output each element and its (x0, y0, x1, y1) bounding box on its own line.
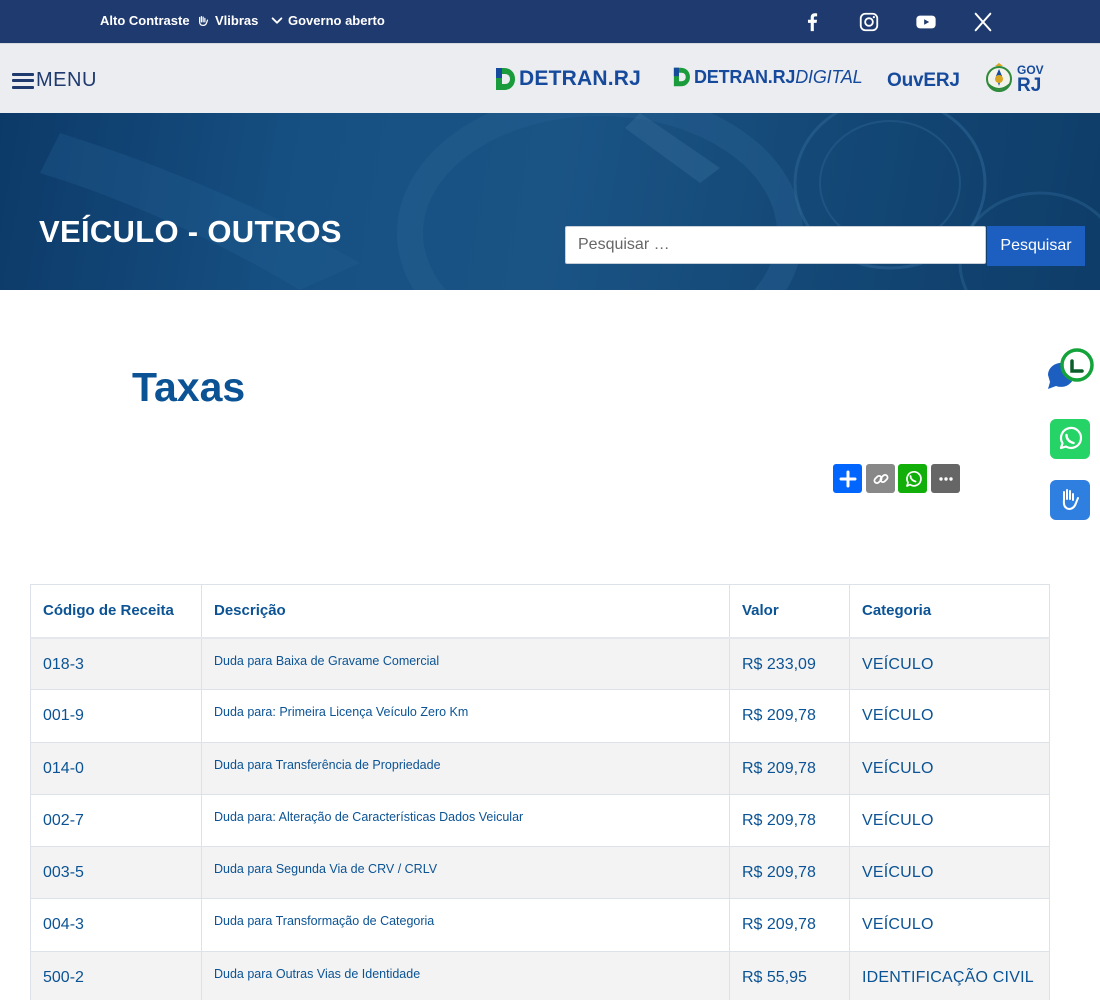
cell-category: VEÍCULO (849, 636, 1050, 691)
search-button[interactable]: Pesquisar (987, 226, 1085, 266)
header-code[interactable]: Código de Receita (30, 584, 202, 639)
cell-code: 018-3 (30, 636, 202, 691)
open-government-link[interactable]: Governo aberto (270, 13, 385, 28)
cell-description: Duda para: Alteração de Características … (201, 793, 730, 848)
header-value[interactable]: Valor (729, 584, 850, 639)
more-share-icon (938, 476, 953, 481)
youtube-link[interactable] (914, 10, 938, 34)
table-row: 004-3 Duda para Transformação de Categor… (30, 898, 1050, 952)
cell-category: VEÍCULO (849, 898, 1050, 952)
high-contrast-link[interactable]: Alto Contraste (100, 13, 190, 28)
facebook-link[interactable] (800, 10, 824, 34)
whatsapp-icon (1059, 426, 1083, 450)
site-header: MENU DETRAN.RJ DETRAN.RJDIGITAL OuvERJ G… (0, 43, 1100, 113)
menu-label: MENU (36, 69, 97, 91)
cell-description: Duda para Transformação de Categoria (201, 898, 730, 952)
rj-state-seal-icon (986, 63, 1012, 92)
cell-description: Duda para: Primeira Licença Veículo Zero… (201, 689, 730, 743)
detran-digital-text: DETRAN.RJDIGITAL (694, 66, 863, 87)
rj-text: RJ (1017, 74, 1042, 96)
cell-code: 001-9 (30, 689, 202, 743)
cell-code: 002-7 (30, 793, 202, 848)
table-row: 001-9 Duda para: Primeira Licença Veícul… (30, 689, 1050, 743)
instagram-link[interactable] (857, 10, 881, 34)
cell-value: R$ 55,95 (729, 950, 850, 1000)
cell-code: 014-0 (30, 741, 202, 795)
search-input[interactable] (565, 226, 986, 264)
share-add-button[interactable] (833, 464, 862, 493)
fees-table-container: Código de Receita Descrição Valor Catego… (30, 584, 1050, 1000)
cell-value: R$ 209,78 (729, 741, 850, 795)
instagram-icon (859, 12, 879, 32)
cell-category: VEÍCULO (849, 741, 1050, 795)
cell-description: Duda para Baixa de Gravame Comercial (201, 636, 730, 691)
fees-table: Código de Receita Descrição Valor Catego… (30, 584, 1050, 1000)
page-title: VEÍCULO - OUTROS (39, 214, 342, 249)
cell-description: Duda para Segunda Via de CRV / CRLV (201, 846, 730, 900)
chevron-down-icon (271, 16, 283, 24)
x-twitter-link[interactable] (971, 10, 995, 34)
chat-float-button[interactable] (1044, 347, 1096, 393)
table-row: 500-2 Duda para Outras Vias de Identidad… (30, 950, 1050, 1000)
vlibras-label: Vlibras (215, 13, 259, 28)
cell-value: R$ 209,78 (729, 689, 850, 743)
header-description[interactable]: Descrição (201, 584, 730, 639)
vlibras-hands-icon (199, 15, 209, 26)
table-row: 014-0 Duda para Transferência de Proprie… (30, 741, 1050, 795)
more-share-button[interactable] (931, 464, 960, 493)
chat-icon (1047, 348, 1094, 389)
whatsapp-float-button[interactable] (1050, 419, 1090, 459)
cell-value: R$ 209,78 (729, 898, 850, 952)
x-twitter-icon (974, 12, 992, 32)
youtube-icon (916, 15, 936, 29)
cell-code: 004-3 (30, 898, 202, 952)
facebook-icon (807, 13, 818, 32)
cell-value: R$ 209,78 (729, 846, 850, 900)
table-header-row: Código de Receita Descrição Valor Catego… (30, 584, 1050, 639)
whatsapp-share-button[interactable] (898, 464, 927, 493)
detran-digital-mark-icon (673, 67, 690, 87)
cell-category: IDENTIFICAÇÃO CIVIL (849, 950, 1050, 1000)
detran-rj-text: DETRAN.RJ (519, 67, 641, 90)
gov-text: GOV (1017, 62, 1044, 77)
libras-float-button[interactable] (1050, 480, 1090, 520)
vlibras-link[interactable]: Vlibras (197, 13, 258, 28)
cell-description: Duda para Outras Vias de Identidade (201, 950, 730, 1000)
cell-code: 500-2 (30, 950, 202, 1000)
detran-rj-digital-logo[interactable]: DETRAN.RJDIGITAL (672, 66, 863, 88)
copy-link-button[interactable] (866, 464, 895, 493)
menu-button[interactable]: MENU (12, 69, 97, 92)
section-title: Taxas (132, 364, 246, 410)
header-category[interactable]: Categoria (849, 584, 1050, 639)
cell-value: R$ 233,09 (729, 636, 850, 691)
cell-category: VEÍCULO (849, 689, 1050, 743)
table-row: 003-5 Duda para Segunda Via de CRV / CRL… (30, 846, 1050, 900)
cell-code: 003-5 (30, 846, 202, 900)
detran-mark-icon (496, 68, 515, 90)
high-contrast-label: Alto Contraste (100, 13, 190, 28)
open-government-label: Governo aberto (288, 13, 385, 28)
hamburger-icon (12, 72, 34, 89)
detran-rj-logo[interactable]: DETRAN.RJ (494, 66, 641, 92)
add-share-icon (839, 470, 856, 487)
whatsapp-share-icon (905, 470, 922, 487)
cell-value: R$ 209,78 (729, 793, 850, 848)
gov-rj-logo[interactable]: GOV RJ (984, 62, 1044, 96)
cell-description: Duda para Transferência de Propriedade (201, 741, 730, 795)
cell-category: VEÍCULO (849, 793, 1050, 848)
libras-hands-icon (1062, 489, 1079, 510)
table-row: 018-3 Duda para Baixa de Gravame Comerci… (30, 636, 1050, 691)
top-utility-bar: Alto Contraste Vlibras Governo aberto (0, 0, 1100, 43)
ouverj-logo[interactable]: OuvERJ (887, 70, 960, 92)
copy-link-icon (873, 473, 888, 484)
table-row: 002-7 Duda para: Alteração de Caracterís… (30, 793, 1050, 848)
cell-category: VEÍCULO (849, 846, 1050, 900)
